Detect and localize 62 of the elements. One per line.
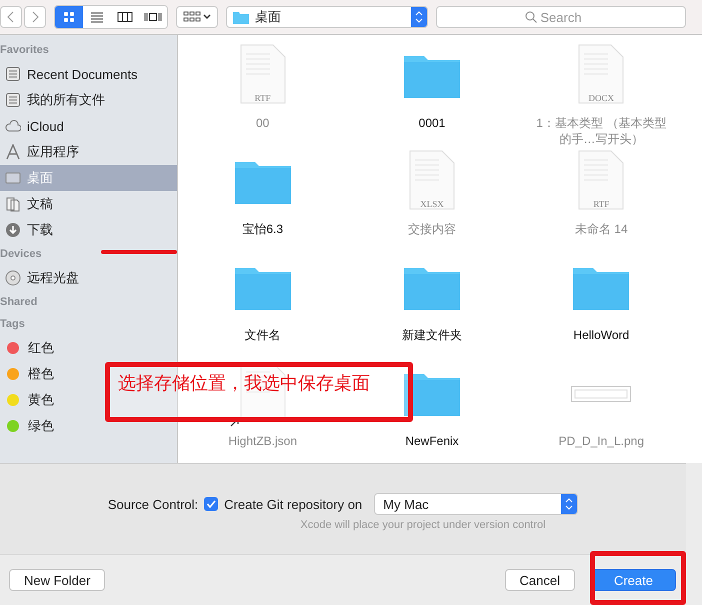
- sidebar-item[interactable]: 绿色: [0, 413, 62, 439]
- arrange-button[interactable]: [176, 6, 218, 28]
- sidebar-item[interactable]: 我的所有文件: [0, 87, 113, 113]
- file-type-label: RTF: [254, 92, 272, 102]
- desktop-icon: [5, 170, 21, 186]
- sidebar-item[interactable]: 橙色: [0, 361, 62, 387]
- tray-icon: [5, 66, 21, 82]
- folder-icon: [233, 10, 249, 24]
- file-name[interactable]: 宝怡6.3: [242, 221, 283, 237]
- file-type-label: XLSX: [419, 198, 445, 208]
- source-control-label: Source Control:: [108, 496, 198, 512]
- stepper-arrows-icon: [565, 498, 574, 510]
- cover-flow-icon: [144, 11, 162, 23]
- sidebar-section-title: Favorites: [0, 43, 49, 58]
- tray-icon: [5, 92, 21, 108]
- file-type-label: DOCX: [588, 92, 616, 102]
- sidebar-item[interactable]: Recent Documents: [0, 61, 146, 87]
- location-popup[interactable]: 桌面: [226, 6, 428, 28]
- annotation-note: 选择存储位置，我选中保存桌面: [105, 362, 413, 422]
- columns-view-icon: [117, 11, 133, 23]
- image-thumbnail: [571, 386, 632, 402]
- document-icon: [408, 150, 455, 210]
- stepper-arrows-icon: [415, 11, 423, 23]
- cancel-button[interactable]: Cancel: [504, 569, 575, 591]
- sidebar-section-title: Tags: [0, 317, 25, 332]
- sidebar-item[interactable]: 黄色: [0, 387, 62, 413]
- sidebar-item[interactable]: 远程光盘: [0, 265, 87, 291]
- sidebar-section-title: Devices: [0, 247, 42, 262]
- search-icon: [525, 11, 537, 23]
- disc-icon: [5, 270, 21, 286]
- grid-icon: [183, 11, 201, 23]
- file-name[interactable]: 0001: [418, 115, 446, 131]
- sidebar-item[interactable]: 文稿: [0, 191, 61, 217]
- repository-location-popup[interactable]: My Mac: [374, 493, 578, 515]
- sidebar-item[interactable]: 红色: [0, 335, 62, 361]
- sidebar-item[interactable]: iCloud: [0, 113, 72, 139]
- file-name[interactable]: 文件名: [244, 327, 281, 343]
- sidebar-item[interactable]: 下载: [0, 217, 61, 243]
- caret-icon: [203, 14, 211, 20]
- list-view-icon: [90, 11, 104, 23]
- sidebar-section-title: Shared: [0, 295, 38, 310]
- hint-text: Xcode will place your project under version control: [300, 519, 546, 531]
- grid-view-icon: [63, 11, 75, 23]
- document-icon: [578, 150, 624, 210]
- file-name[interactable]: NewFenix: [405, 433, 459, 449]
- chevron-right-icon: [31, 11, 39, 23]
- apps-icon: [5, 144, 21, 160]
- new-folder-button[interactable]: New Folder: [9, 569, 106, 591]
- documents-icon: [5, 196, 21, 212]
- checkmark-icon: [206, 499, 216, 509]
- checkbox[interactable]: [204, 497, 218, 511]
- download-icon: [5, 222, 21, 238]
- file-name[interactable]: 新建文件夹: [402, 327, 462, 343]
- search-field[interactable]: Search: [436, 6, 686, 28]
- chevron-left-icon: [7, 11, 15, 23]
- file-name[interactable]: HelloWord: [573, 327, 630, 343]
- cloud-icon: [5, 118, 21, 134]
- document-icon: [578, 44, 624, 104]
- sidebar-item[interactable]: 应用程序: [0, 139, 87, 165]
- file-type-label: RTF: [592, 198, 610, 208]
- checkbox-label: Create Git repository on: [224, 496, 362, 512]
- document-icon: [240, 44, 286, 104]
